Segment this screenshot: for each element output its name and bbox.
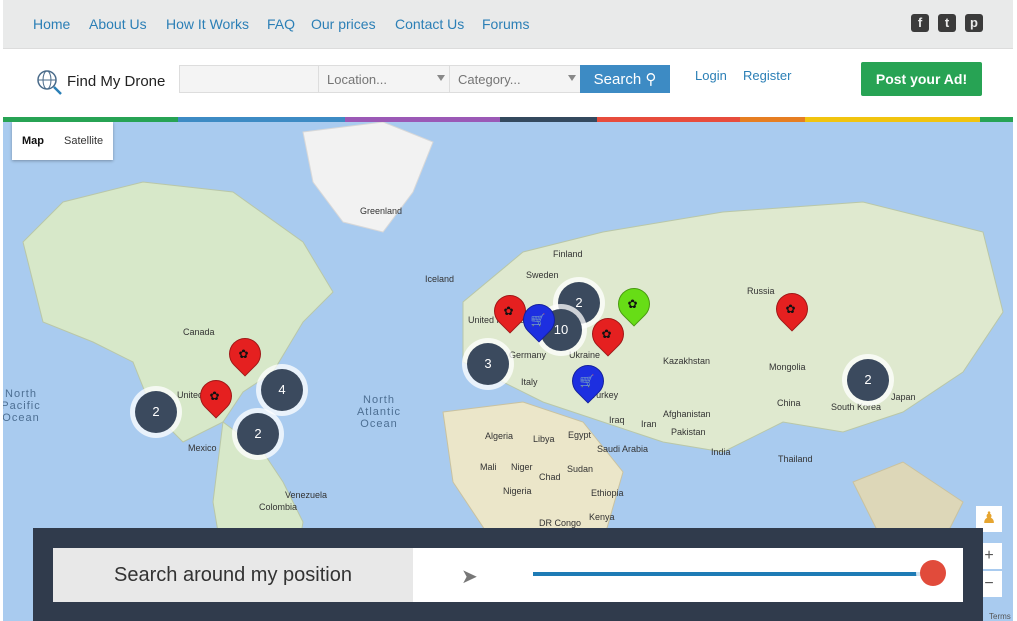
- radius-slider-handle[interactable]: [920, 560, 946, 586]
- location-field[interactable]: [318, 65, 450, 93]
- ocean-label: North Pacific Ocean: [3, 388, 41, 424]
- country-label: Japan: [891, 392, 916, 402]
- position-search-bar: Search around my position ➤: [33, 528, 983, 621]
- country-label: Thailand: [778, 454, 813, 464]
- country-label: Venezuela: [285, 490, 328, 500]
- drone-icon: ✿: [209, 389, 220, 403]
- country-label: Germany: [509, 350, 547, 360]
- country-label: Ukraine: [569, 350, 601, 360]
- map-type-tabs: Map Satellite: [12, 122, 114, 160]
- drone-icon: ✿: [503, 304, 514, 318]
- drone-icon: ✿: [601, 327, 612, 341]
- drone-icon: ✿: [785, 302, 796, 316]
- country-label: Egypt: [568, 430, 592, 440]
- country-label: Pakistan: [671, 427, 706, 437]
- chevron-down-icon: [437, 75, 445, 81]
- location-arrow-icon[interactable]: ➤: [461, 564, 478, 589]
- marker-cluster[interactable]: 2: [847, 359, 889, 401]
- country-label: Kazakhstan: [663, 356, 711, 366]
- nav-about-us[interactable]: About Us: [89, 16, 147, 32]
- keyword-field[interactable]: [179, 65, 319, 93]
- header: Find My Drone Search ⚲ Login Register Po…: [3, 49, 1013, 117]
- post-ad-button[interactable]: Post your Ad!: [861, 62, 982, 96]
- country-label: Finland: [553, 249, 583, 259]
- search-around-position-button[interactable]: Search around my position: [53, 548, 413, 602]
- country-label: Sudan: [567, 464, 594, 474]
- country-label: Canada: [183, 327, 215, 337]
- country-label: Afghanistan: [663, 409, 711, 419]
- tab-satellite[interactable]: Satellite: [54, 122, 113, 160]
- nav-home[interactable]: Home: [33, 16, 70, 32]
- country-label: Iraq: [609, 415, 625, 425]
- ocean-label: North Atlantic Ocean: [356, 394, 402, 430]
- country-label: Colombia: [259, 502, 298, 512]
- country-label: Chad: [539, 472, 561, 482]
- country-label: DR Congo: [539, 518, 582, 528]
- search-button-label: Search: [593, 71, 642, 88]
- top-navigation: Home About Us How It Works FAQ Our price…: [3, 0, 1013, 49]
- country-label: Niger: [511, 462, 533, 472]
- country-label: India: [711, 447, 731, 457]
- map-attribution[interactable]: Terms of Use: [989, 612, 1013, 621]
- category-field[interactable]: [449, 65, 581, 93]
- drone-icon: ✿: [627, 297, 638, 311]
- country-label: Iran: [641, 419, 657, 429]
- position-search-panel: Search around my position ➤: [53, 548, 963, 602]
- marker-cluster[interactable]: 2: [135, 391, 177, 433]
- marker-cluster[interactable]: 4: [261, 369, 303, 411]
- nav-forums[interactable]: Forums: [482, 16, 529, 32]
- category-select[interactable]: [450, 66, 580, 92]
- drone-icon: ✿: [238, 347, 249, 361]
- country-label: South Korea: [831, 402, 882, 412]
- country-label: China: [777, 398, 801, 408]
- country-label: Mali: [480, 462, 497, 472]
- facebook-icon[interactable]: f: [911, 14, 929, 32]
- country-label: Algeria: [485, 431, 514, 441]
- brand-name[interactable]: Find My Drone: [67, 73, 165, 90]
- cart-icon: 🛒: [579, 374, 595, 388]
- country-label: Ethiopia: [591, 488, 624, 498]
- nav-our-prices[interactable]: Our prices: [311, 16, 376, 32]
- country-label: Mexico: [188, 443, 217, 453]
- country-label: Saudi Arabia: [597, 444, 649, 454]
- country-label: Libya: [533, 434, 555, 444]
- location-input[interactable]: [319, 66, 449, 92]
- nav-faq[interactable]: FAQ: [267, 16, 295, 32]
- search-icon: ⚲: [645, 71, 657, 88]
- country-label: Kenya: [589, 512, 615, 522]
- pinterest-icon[interactable]: p: [965, 14, 983, 32]
- country-label: Iceland: [425, 274, 455, 284]
- chevron-down-icon: [568, 75, 576, 81]
- country-label: Russia: [747, 286, 775, 296]
- nav-contact-us[interactable]: Contact Us: [395, 16, 464, 32]
- keyword-input[interactable]: [180, 66, 318, 92]
- radius-slider-track[interactable]: [533, 572, 933, 576]
- marker-cluster[interactable]: 3: [467, 343, 509, 385]
- cart-icon: 🛒: [530, 313, 546, 327]
- tab-map[interactable]: Map: [12, 122, 54, 160]
- country-label: Italy: [521, 377, 538, 387]
- login-link[interactable]: Login: [695, 68, 727, 83]
- country-label: Greenland: [360, 206, 403, 216]
- country-label: Sweden: [526, 270, 559, 280]
- register-link[interactable]: Register: [743, 68, 791, 83]
- country-label: Mongolia: [769, 362, 806, 372]
- nav-how-it-works[interactable]: How It Works: [166, 16, 249, 32]
- marker-cluster[interactable]: 2: [237, 413, 279, 455]
- country-label: Nigeria: [503, 486, 532, 496]
- twitter-icon[interactable]: t: [938, 14, 956, 32]
- search-button[interactable]: Search ⚲: [580, 65, 670, 93]
- globe-search-logo-icon[interactable]: [36, 69, 62, 95]
